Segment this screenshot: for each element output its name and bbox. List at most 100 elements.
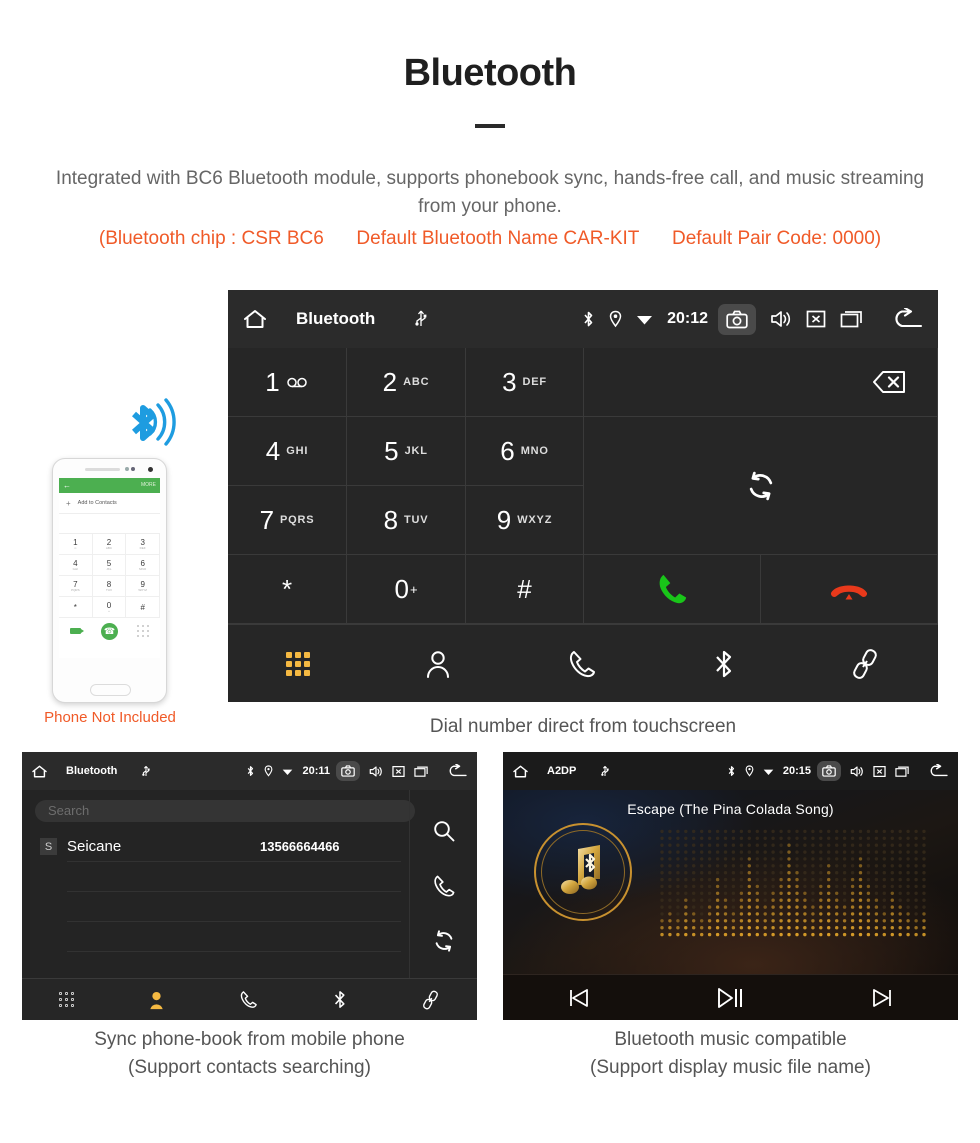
music-screen: A2DP 20:15 Escape (The Pina Colada Song) bbox=[503, 752, 958, 1020]
back-icon[interactable] bbox=[446, 764, 468, 778]
key-digit: 8 bbox=[383, 505, 399, 535]
bluetooth-icon bbox=[246, 765, 255, 777]
location-icon bbox=[264, 765, 273, 777]
key-5[interactable]: 5 JKL bbox=[347, 417, 466, 486]
next-track-icon[interactable] bbox=[871, 987, 895, 1009]
music-body: Escape (The Pina Colada Song) bbox=[503, 790, 958, 974]
key-digit: 1 bbox=[265, 367, 280, 397]
camera-icon[interactable] bbox=[817, 761, 841, 781]
recents-icon[interactable] bbox=[414, 765, 429, 778]
bluetooth-icon bbox=[582, 310, 595, 328]
key-letters: TUV bbox=[404, 514, 429, 526]
key-8[interactable]: 8 TUV bbox=[347, 486, 466, 555]
table-row-empty bbox=[67, 862, 401, 892]
home-icon[interactable] bbox=[242, 308, 268, 330]
close-box-icon[interactable] bbox=[873, 765, 886, 778]
phone-hide-keypad-button bbox=[59, 628, 93, 634]
phone-number-area bbox=[59, 514, 160, 534]
backspace-button[interactable] bbox=[584, 348, 938, 417]
hangup-button[interactable] bbox=[761, 555, 938, 624]
phone-speaker bbox=[85, 468, 120, 471]
tab-bluetooth[interactable] bbox=[333, 989, 347, 1010]
music-title: A2DP bbox=[547, 765, 577, 777]
phone-key-5: 5 JKL bbox=[92, 555, 127, 576]
tab-keypad[interactable] bbox=[59, 992, 75, 1007]
tab-link[interactable] bbox=[850, 648, 880, 680]
phone-key-sub: DEF bbox=[139, 546, 146, 550]
music-controls bbox=[503, 974, 958, 1020]
key-4[interactable]: 4 GHI bbox=[228, 417, 347, 486]
search-icon[interactable] bbox=[432, 819, 456, 843]
phone-call-button: ☎ bbox=[93, 622, 127, 640]
key-3[interactable]: 3 DEF bbox=[466, 348, 584, 417]
phone-more-label: MORE bbox=[141, 482, 156, 488]
phone-key-1: 1 ∞ bbox=[59, 534, 93, 555]
contacts-status-bar: Bluetooth 20:11 bbox=[22, 752, 477, 790]
phone-sensor-1 bbox=[125, 467, 129, 471]
volume-icon[interactable] bbox=[770, 309, 792, 329]
dialer-screen: Bluetooth 20:12 1 2 ABC 3 DEF 4 GHI 5 JK… bbox=[228, 290, 938, 702]
music-caption: Bluetooth music compatible (Support disp… bbox=[503, 1026, 958, 1082]
key-6[interactable]: 6 MNO bbox=[466, 417, 584, 486]
volume-icon[interactable] bbox=[850, 765, 864, 778]
contacts-caption-line1: Sync phone-book from mobile phone bbox=[94, 1029, 405, 1050]
key-0[interactable]: 0 + bbox=[347, 555, 466, 624]
phone-key-9: 9 WXYZ bbox=[126, 576, 160, 597]
close-box-icon[interactable] bbox=[392, 765, 405, 778]
tab-contacts[interactable] bbox=[148, 990, 165, 1010]
key-hash[interactable]: # bbox=[466, 555, 584, 624]
key-digit: # bbox=[517, 574, 532, 604]
home-icon[interactable] bbox=[512, 764, 529, 779]
key-digit: 2 bbox=[382, 367, 398, 397]
phone-screen: ← MORE + Add to Contacts 1 ∞ 2 ABC 3 DEF 4 GHI 5… bbox=[59, 478, 160, 658]
link-icon bbox=[421, 990, 440, 1010]
key-9[interactable]: 9 WXYZ bbox=[466, 486, 584, 555]
wifi-icon bbox=[636, 312, 653, 326]
title-divider bbox=[475, 124, 505, 128]
key-star[interactable]: * bbox=[228, 555, 347, 624]
home-icon[interactable] bbox=[31, 764, 48, 779]
phone-not-included-note: Phone Not Included bbox=[44, 709, 176, 726]
key-letters: WXYZ bbox=[517, 514, 553, 526]
previous-track-icon[interactable] bbox=[566, 987, 590, 1009]
recents-icon[interactable] bbox=[840, 309, 864, 329]
key-1[interactable]: 1 bbox=[228, 348, 347, 417]
camera-icon[interactable] bbox=[336, 761, 360, 781]
dialer-caption: Dial number direct from touchscreen bbox=[429, 716, 737, 737]
bluetooth-feature-page: Bluetooth Integrated with BC6 Bluetooth … bbox=[0, 0, 980, 1143]
tab-bluetooth[interactable] bbox=[713, 648, 735, 680]
key-digit: 9 bbox=[496, 505, 512, 535]
bluetooth-icon bbox=[333, 989, 347, 1010]
tab-keypad[interactable] bbox=[285, 651, 310, 676]
contacts-body: Search S Seicane 13566664466 bbox=[22, 790, 477, 982]
back-icon[interactable] bbox=[927, 764, 949, 778]
key-2[interactable]: 2 ABC bbox=[347, 348, 466, 417]
phone-body: ← MORE + Add to Contacts 1 ∞ 2 ABC 3 DEF 4 GHI 5… bbox=[52, 458, 167, 703]
call-button[interactable] bbox=[584, 555, 761, 624]
music-caption-line1: Bluetooth music compatible bbox=[614, 1029, 847, 1050]
key-7[interactable]: 7 PQRS bbox=[228, 486, 347, 555]
back-icon[interactable] bbox=[890, 308, 924, 330]
contact-number: 13566664466 bbox=[260, 839, 340, 854]
tab-contacts[interactable] bbox=[425, 649, 451, 679]
phone-sensor-2 bbox=[131, 467, 135, 471]
key-letters: ABC bbox=[403, 376, 430, 388]
recents-icon[interactable] bbox=[895, 765, 910, 778]
tab-link[interactable] bbox=[421, 990, 440, 1010]
phone-front-camera bbox=[148, 467, 153, 472]
close-box-icon[interactable] bbox=[806, 309, 826, 329]
key-digit: 7 bbox=[259, 505, 275, 535]
sync-icon[interactable] bbox=[432, 929, 456, 953]
camera-icon[interactable] bbox=[718, 303, 756, 335]
play-pause-icon[interactable] bbox=[715, 986, 745, 1010]
tab-call-log[interactable] bbox=[239, 990, 258, 1009]
handset-icon[interactable] bbox=[432, 874, 456, 898]
sync-button[interactable] bbox=[584, 417, 938, 555]
table-row[interactable]: S Seicane 13566664466 bbox=[40, 832, 401, 862]
dialer-clock: 20:12 bbox=[667, 310, 708, 327]
tab-call-log[interactable] bbox=[567, 649, 597, 679]
volume-icon[interactable] bbox=[369, 765, 383, 778]
search-input[interactable]: Search bbox=[35, 800, 415, 822]
keypad-icon bbox=[285, 651, 310, 676]
phone-key-digit: # bbox=[140, 602, 145, 612]
